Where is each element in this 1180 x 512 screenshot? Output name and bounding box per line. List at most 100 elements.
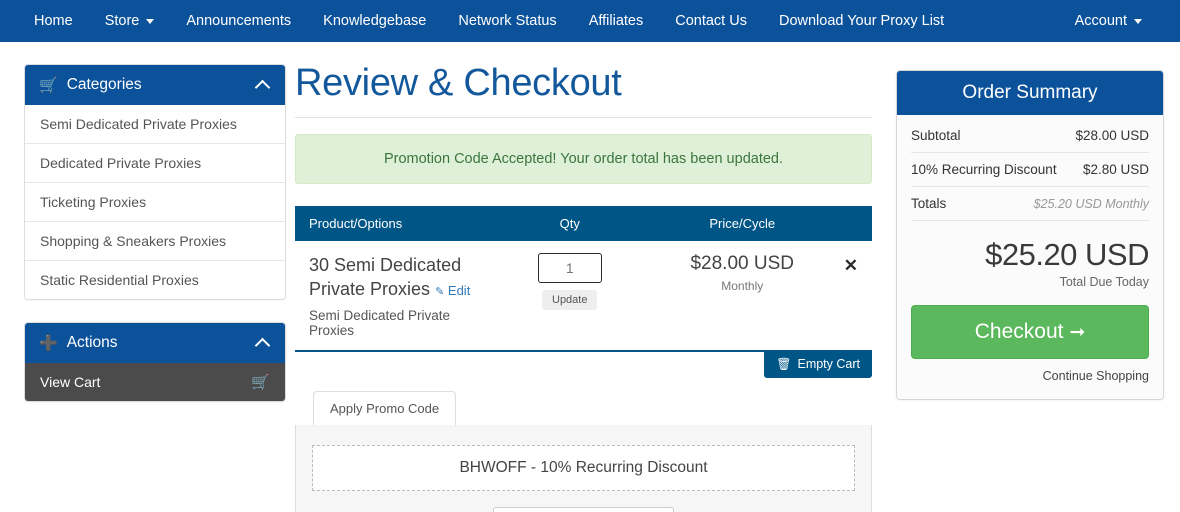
summary-row-value: $2.80 USD bbox=[1082, 162, 1149, 177]
chevron-down-icon bbox=[146, 18, 155, 24]
categories-panel-title: Categories bbox=[66, 76, 142, 93]
summary-row-label: 10% Recurring Discount bbox=[911, 162, 1057, 177]
chevron-up-icon[interactable] bbox=[254, 337, 271, 353]
cart-icon: 🛒 bbox=[39, 76, 58, 94]
empty-cart-button[interactable]: 🗑 Empty Cart bbox=[764, 349, 872, 378]
checkout-button[interactable]: Checkout ➞ bbox=[911, 305, 1149, 359]
page-body: 🛒 Categories Semi Dedicated Private Prox… bbox=[0, 42, 1180, 512]
update-quantity-button[interactable]: Update bbox=[542, 290, 598, 310]
applied-promo-code: BHWOFF - 10% Recurring Discount bbox=[312, 444, 855, 491]
sidebar-item-label: Ticketing Proxies bbox=[40, 194, 147, 210]
nav-item-label: Knowledgebase bbox=[323, 13, 427, 29]
cell-remove: ✕ bbox=[829, 241, 872, 352]
summary-row-totals: Totals $25.20 USD Monthly bbox=[911, 187, 1149, 221]
sidebar-item-label: Dedicated Private Proxies bbox=[40, 155, 202, 171]
summary-row-label: Totals bbox=[911, 196, 947, 211]
summary-row-discount: 10% Recurring Discount $2.80 USD bbox=[911, 153, 1149, 187]
sidebar-item-dedicated-private-proxies[interactable]: Dedicated Private Proxies bbox=[25, 144, 285, 183]
chevron-down-icon bbox=[1134, 18, 1142, 24]
column-header-qty: Qty bbox=[484, 206, 655, 241]
top-navbar: Home Store Announcements Knowledgebase N… bbox=[0, 0, 1180, 42]
nav-item-network-status[interactable]: Network Status bbox=[442, 0, 572, 42]
order-summary-title: Order Summary bbox=[897, 71, 1163, 115]
product-subtitle: Semi Dedicated Private Proxies bbox=[309, 307, 451, 338]
cart-table: Product/Options Qty Price/Cycle 30 Semi … bbox=[295, 206, 872, 352]
trash-icon: 🗑 bbox=[776, 356, 792, 371]
nav-item-label: Affiliates bbox=[588, 13, 644, 29]
actions-panel: ➕ Actions View Cart 🛒 bbox=[24, 322, 286, 402]
nav-item-label: Announcements bbox=[186, 13, 292, 29]
cart-table-header-row: Product/Options Qty Price/Cycle bbox=[295, 206, 872, 241]
nav-item-store[interactable]: Store bbox=[89, 0, 171, 42]
actions-panel-title: Actions bbox=[66, 334, 118, 351]
nav-item-label: Store bbox=[104, 13, 140, 29]
product-price: $28.00 USD bbox=[690, 253, 794, 274]
continue-shopping-link[interactable]: Continue Shopping bbox=[911, 369, 1149, 383]
chevron-up-icon[interactable] bbox=[254, 79, 271, 95]
promotion-accepted-alert: Promotion Code Accepted! Your order tota… bbox=[295, 134, 872, 184]
summary-row-value: $25.20 USD Monthly bbox=[1033, 197, 1149, 211]
categories-panel-header[interactable]: 🛒 Categories bbox=[25, 65, 285, 105]
main-content: Review & Checkout Promotion Code Accepte… bbox=[285, 42, 1180, 512]
sidebar: 🛒 Categories Semi Dedicated Private Prox… bbox=[0, 42, 286, 512]
cart-icon: 🛒 bbox=[251, 373, 270, 391]
nav-item-label: Home bbox=[34, 13, 73, 29]
nav-item-contact-us[interactable]: Contact Us bbox=[659, 0, 763, 42]
sidebar-item-view-cart[interactable]: View Cart 🛒 bbox=[25, 363, 285, 401]
checkout-label: Checkout bbox=[974, 320, 1064, 343]
cell-product: 30 Semi Dedicated Private Proxies ✎ Edit… bbox=[295, 241, 485, 352]
empty-cart-label: Empty Cart bbox=[797, 356, 860, 371]
nav-item-label: Contact Us bbox=[675, 13, 747, 29]
nav-item-account[interactable]: Account bbox=[1059, 0, 1158, 42]
column-header-product: Product/Options bbox=[295, 206, 485, 241]
nav-item-download-proxy-list[interactable]: Download Your Proxy List bbox=[763, 0, 960, 42]
nav-item-label: Network Status bbox=[458, 13, 557, 29]
remove-promotion-code-button[interactable]: Remove Promotion Code bbox=[492, 506, 675, 512]
sidebar-item-label: Static Residential Proxies bbox=[40, 272, 199, 288]
account-label: Account bbox=[1074, 13, 1127, 29]
order-summary-body: Subtotal $28.00 USD 10% Recurring Discou… bbox=[897, 115, 1163, 399]
plus-icon: ➕ bbox=[39, 334, 58, 352]
sidebar-item-label: Shopping & Sneakers Proxies bbox=[40, 233, 226, 249]
product-billing-cycle: Monthly bbox=[721, 279, 764, 293]
nav-right-group: Account bbox=[1059, 0, 1158, 42]
order-summary-panel: Order Summary Subtotal $28.00 USD 10% Re… bbox=[896, 70, 1164, 400]
edit-product-link[interactable]: ✎ Edit bbox=[435, 283, 470, 298]
summary-row-value: $28.00 USD bbox=[1075, 128, 1149, 143]
primary-nav: Home Store Announcements Knowledgebase N… bbox=[18, 0, 960, 42]
cart-table-head: Product/Options Qty Price/Cycle bbox=[295, 206, 872, 241]
page-title: Review & Checkout bbox=[295, 62, 622, 104]
nav-item-home[interactable]: Home bbox=[18, 0, 89, 42]
categories-panel: 🛒 Categories Semi Dedicated Private Prox… bbox=[24, 64, 286, 300]
sidebar-item-label: View Cart bbox=[40, 374, 101, 390]
nav-item-knowledgebase[interactable]: Knowledgebase bbox=[307, 0, 442, 42]
nav-item-announcements[interactable]: Announcements bbox=[170, 0, 307, 42]
cell-qty: Update bbox=[484, 241, 655, 352]
nav-item-affiliates[interactable]: Affiliates bbox=[573, 0, 660, 42]
sidebar-item-label: Semi Dedicated Private Proxies bbox=[40, 116, 237, 132]
table-row: 30 Semi Dedicated Private Proxies ✎ Edit… bbox=[295, 241, 872, 352]
column-header-price: Price/Cycle bbox=[654, 206, 830, 241]
title-divider bbox=[295, 117, 872, 118]
edit-label: Edit bbox=[447, 283, 471, 299]
close-icon[interactable]: ✕ bbox=[844, 253, 858, 274]
pencil-icon: ✎ bbox=[435, 286, 445, 299]
grand-total-amount: $25.20 USD bbox=[985, 237, 1149, 272]
sidebar-item-semi-dedicated-private-proxies[interactable]: Semi Dedicated Private Proxies bbox=[25, 105, 285, 144]
actions-panel-header[interactable]: ➕ Actions bbox=[25, 323, 285, 363]
product-name: 30 Semi Dedicated Private Proxies ✎ Edit bbox=[309, 253, 471, 302]
cart-column: Review & Checkout Promotion Code Accepte… bbox=[295, 56, 872, 512]
quantity-input[interactable] bbox=[537, 253, 602, 283]
tab-apply-promo-code[interactable]: Apply Promo Code bbox=[313, 390, 457, 426]
grand-total-label: Total Due Today bbox=[1059, 275, 1149, 289]
sidebar-item-ticketing-proxies[interactable]: Ticketing Proxies bbox=[25, 183, 285, 222]
summary-row-subtotal: Subtotal $28.00 USD bbox=[911, 119, 1149, 153]
empty-cart-row: 🗑 Empty Cart bbox=[295, 349, 872, 378]
cell-price: $28.00 USD Monthly bbox=[654, 241, 830, 352]
summary-row-label: Subtotal bbox=[911, 128, 961, 143]
column-header-remove bbox=[829, 206, 872, 241]
sidebar-item-static-residential-proxies[interactable]: Static Residential Proxies bbox=[25, 261, 285, 299]
arrow-right-icon: ➞ bbox=[1069, 322, 1086, 343]
sidebar-item-shopping-sneakers-proxies[interactable]: Shopping & Sneakers Proxies bbox=[25, 222, 285, 261]
promo-tab-panel: BHWOFF - 10% Recurring Discount Remove P… bbox=[295, 424, 872, 512]
